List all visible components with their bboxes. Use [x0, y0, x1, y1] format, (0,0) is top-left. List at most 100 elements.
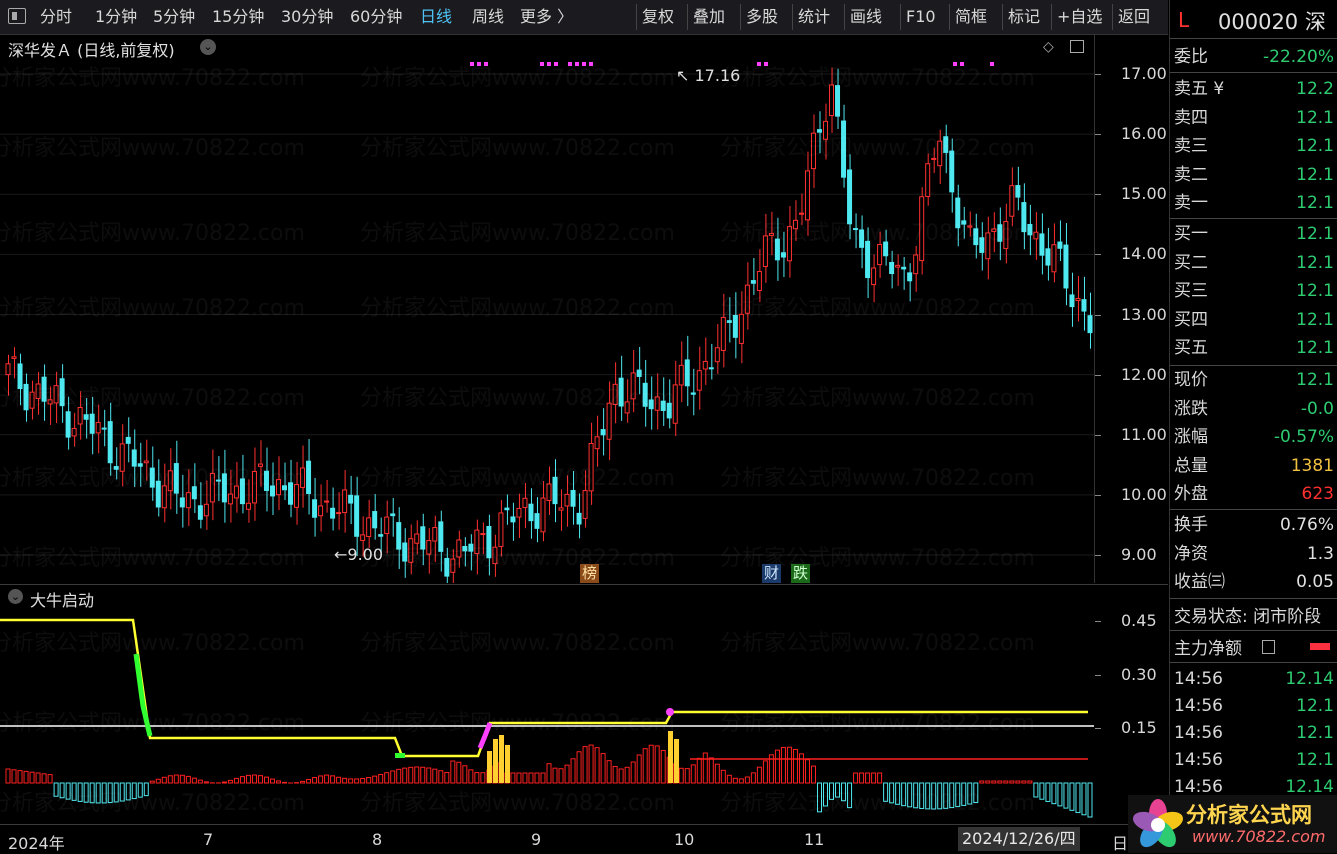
chevron-down-icon[interactable]: ⌄: [200, 39, 216, 55]
candle: [439, 511, 443, 572]
signal-dot: [477, 62, 481, 66]
toolbar-separator: [900, 4, 901, 30]
histogram-bar: [745, 777, 749, 783]
quote-row: 买五12.1: [1174, 335, 1337, 361]
date-label: 11: [804, 830, 824, 849]
histogram-bar: [240, 777, 244, 783]
panel-toggle-icon[interactable]: [1070, 40, 1084, 53]
histogram-bar: [703, 753, 707, 783]
candle: [397, 507, 401, 569]
histogram-bar: [421, 767, 425, 783]
histogram-bar: [367, 778, 371, 783]
candle: [258, 440, 262, 487]
event-tag[interactable]: 财: [762, 564, 781, 583]
histogram-bar: [968, 783, 972, 804]
toolbar-item[interactable]: 1分钟: [95, 6, 137, 28]
histogram-bar: [481, 773, 485, 783]
window-toggle-icon[interactable]: [8, 8, 26, 24]
histogram-bar: [1064, 783, 1068, 808]
candle: [775, 218, 779, 281]
indicator-tick: 0.30: [1121, 665, 1157, 684]
histogram-bar: [944, 783, 948, 808]
quote-row: 卖一 12.1: [1174, 190, 1337, 216]
toolbar-item[interactable]: 分时: [40, 6, 72, 28]
toolbar-separator: [1051, 4, 1052, 30]
histogram-bar: [234, 778, 238, 783]
candle: [180, 475, 184, 528]
histogram-bar: [276, 781, 280, 783]
histogram-bar: [1016, 781, 1020, 783]
histogram-bar: [445, 772, 449, 783]
toolbar-item[interactable]: 统计: [798, 6, 830, 28]
toolbar-item[interactable]: F10: [906, 6, 936, 28]
candle: [72, 413, 76, 447]
histogram-bar: [793, 749, 797, 783]
candle: [811, 114, 815, 188]
candle: [150, 446, 154, 500]
histogram-bar: [180, 775, 184, 783]
event-tag[interactable]: 榜: [580, 564, 599, 583]
histogram-bar: [763, 761, 767, 783]
candle: [667, 379, 671, 428]
toolbar-separator: [687, 4, 688, 30]
histogram-bar: [866, 773, 870, 783]
highlight-bar: [674, 739, 679, 783]
histogram-bar: [246, 775, 250, 783]
candle: [932, 148, 936, 173]
signal-dot: [582, 62, 586, 66]
toolbar-item[interactable]: 多股: [746, 6, 778, 28]
quote-row-label: 卖三: [1174, 133, 1208, 159]
toolbar-item[interactable]: 日线: [420, 6, 452, 28]
histogram-bar: [577, 752, 581, 783]
toolbar-item[interactable]: 叠加: [693, 6, 725, 28]
candle: [793, 200, 797, 241]
histogram-bar: [799, 754, 803, 783]
candle: [1022, 183, 1026, 249]
histogram-bar: [6, 769, 10, 783]
toolbar-item[interactable]: 5分钟: [153, 6, 195, 28]
candle: [631, 350, 635, 412]
toolbar-item[interactable]: 周线: [472, 6, 504, 28]
candle: [607, 381, 611, 460]
toolbar-item[interactable]: 简框: [955, 6, 987, 28]
quote-row-label: 卖四: [1174, 105, 1208, 131]
histogram-bar: [337, 777, 341, 783]
toolbar-item[interactable]: 返回: [1118, 6, 1150, 28]
quote-row-label: 卖一: [1174, 190, 1208, 216]
candle: [228, 470, 232, 523]
histogram-bar: [884, 783, 888, 801]
candle: [385, 501, 389, 554]
quote-row-label: 买三: [1174, 278, 1208, 304]
toolbar-item[interactable]: 30分钟: [281, 6, 333, 28]
candle: [529, 488, 533, 538]
candle: [781, 232, 785, 277]
toolbar-item[interactable]: 复权: [642, 6, 674, 28]
histogram-bar: [830, 783, 834, 799]
candle: [78, 391, 82, 439]
toolbar-item[interactable]: +自选: [1057, 6, 1102, 28]
kline-panel[interactable]: ↖ 17.16←9.00 深华发Ａ (日线,前复权) ⌄ ◇ 榜财跌: [0, 35, 1095, 583]
chevron-down-icon[interactable]: ⌄: [8, 589, 23, 604]
signal-line-down: [136, 654, 150, 736]
histogram-bar: [733, 778, 737, 783]
indicator-panel[interactable]: ⌄ 大牛启动: [0, 586, 1094, 824]
toolbar-item[interactable]: 60分钟: [350, 6, 402, 28]
histogram-bar: [433, 769, 437, 783]
indicator-name: 大牛启动: [30, 587, 94, 611]
toolbar-item[interactable]: 更多 〉: [520, 6, 573, 28]
toolbar-item[interactable]: 15分钟: [212, 6, 264, 28]
histogram-bar: [890, 783, 894, 803]
diamond-icon[interactable]: ◇: [1043, 39, 1054, 55]
list-icon[interactable]: [1262, 640, 1275, 654]
event-tag[interactable]: 跌: [791, 564, 810, 583]
histogram-bar: [156, 779, 160, 783]
candle: [1010, 167, 1014, 226]
toolbar-item[interactable]: 标记: [1008, 6, 1040, 28]
histogram-bar: [613, 766, 617, 783]
quote-row-value: 12.1: [1296, 190, 1334, 216]
axis-tick-mark: [1095, 555, 1101, 556]
toolbar-item[interactable]: 画线: [850, 6, 882, 28]
candle: [18, 354, 22, 405]
quote-separator: [1170, 630, 1337, 631]
price-tick: 15.00: [1121, 184, 1167, 203]
